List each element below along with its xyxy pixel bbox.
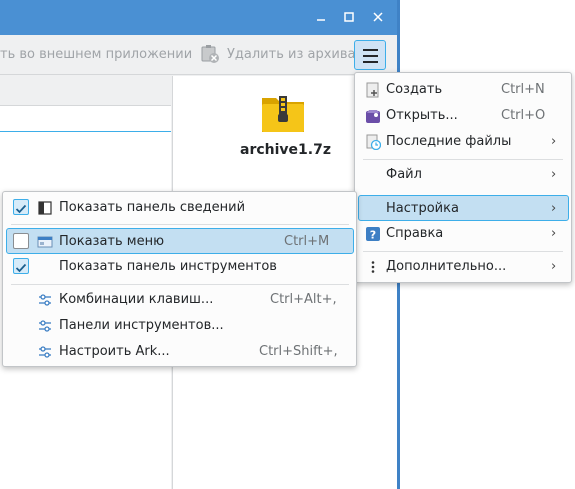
minimize-icon[interactable] xyxy=(312,8,330,26)
main-toolbar: ть во внешнем приложении Удалить из архи… xyxy=(0,35,397,75)
archive-icon xyxy=(259,88,307,136)
delete-archive-icon xyxy=(200,44,220,64)
sidebar-icon xyxy=(37,200,53,216)
menu-separator xyxy=(363,159,563,160)
menu-separator xyxy=(11,284,349,285)
menu-item-file[interactable]: Файл › xyxy=(358,162,568,188)
hamburger-icon-line xyxy=(363,55,378,57)
delete-from-archive-button[interactable]: Удалить из архива xyxy=(227,47,355,62)
open-archive-icon xyxy=(365,108,381,124)
menu-item-recent-files[interactable]: Последние файлы › xyxy=(358,129,568,155)
menu-item-keyboard-shortcuts[interactable]: Комбинации клавиш... Ctrl+Alt+, xyxy=(6,287,354,313)
svg-text:?: ? xyxy=(370,229,376,242)
configure-icon xyxy=(37,292,53,308)
chevron-right-icon: › xyxy=(551,259,557,274)
menu-item-label: Показать меню xyxy=(59,234,165,249)
chevron-right-icon: › xyxy=(551,134,557,149)
recent-files-icon xyxy=(365,134,382,151)
menu-item-label: Последние файлы xyxy=(386,134,512,149)
checkbox-show-info-panel[interactable] xyxy=(13,199,29,215)
menu-item-shortcut: Ctrl+M xyxy=(284,234,330,249)
chevron-right-icon: › xyxy=(551,167,557,182)
menu-item-label: Показать панель инструментов xyxy=(59,259,277,274)
more-icon xyxy=(365,259,381,275)
menu-item-label: Комбинации клавиш... xyxy=(59,292,214,307)
menu-item-label: Файл xyxy=(386,167,422,182)
checkbox-show-menubar[interactable] xyxy=(13,233,29,249)
menu-separator xyxy=(11,224,349,225)
new-document-icon xyxy=(365,82,381,98)
list-header xyxy=(0,76,171,106)
hamburger-menu-button[interactable] xyxy=(354,40,386,70)
menu-item-label: Панели инструментов... xyxy=(59,318,224,333)
menu-item-show-toolbar[interactable]: Показать панель инструментов xyxy=(6,254,354,280)
menu-item-label: Справка xyxy=(386,226,444,241)
checkbox-show-toolbar[interactable] xyxy=(13,258,29,274)
menu-item-new[interactable]: Создать Ctrl+N xyxy=(358,77,568,103)
menu-item-more[interactable]: Дополнительно... › xyxy=(358,254,568,280)
menu-item-shortcut: Ctrl+N xyxy=(501,82,545,97)
hamburger-icon-line xyxy=(363,61,378,63)
menu-item-configure-ark[interactable]: Настроить Ark... Ctrl+Shift+, xyxy=(6,339,354,365)
menu-item-settings[interactable]: Настройка › xyxy=(358,195,569,221)
open-external-button[interactable]: ть во внешнем приложении xyxy=(0,47,192,62)
menu-item-label: Показать панель сведений xyxy=(59,200,246,215)
maximize-icon[interactable] xyxy=(340,8,358,26)
menu-separator xyxy=(363,251,563,252)
menu-item-label: Создать xyxy=(386,82,443,97)
chevron-right-icon: › xyxy=(551,201,557,216)
menu-item-label: Настроить Ark... xyxy=(59,344,170,359)
settings-submenu: Показать панель сведений Показать меню C… xyxy=(2,191,357,367)
menu-item-help[interactable]: ? Справка › xyxy=(358,221,568,247)
menu-item-label: Дополнительно... xyxy=(386,259,507,274)
title-bar xyxy=(0,0,397,35)
close-icon[interactable] xyxy=(369,8,387,26)
menu-item-configure-toolbars[interactable]: Панели инструментов... xyxy=(6,313,354,339)
main-menu: Создать Ctrl+N Открыть... Ctrl+O Последн… xyxy=(354,72,572,283)
help-icon: ? xyxy=(365,226,381,242)
menubar-icon xyxy=(37,234,53,250)
hamburger-icon xyxy=(363,49,378,51)
table-row[interactable] xyxy=(0,107,171,132)
configure-icon xyxy=(37,318,53,334)
menu-item-show-info-panel[interactable]: Показать панель сведений xyxy=(6,195,354,221)
menu-item-shortcut: Ctrl+O xyxy=(501,108,546,123)
menu-item-shortcut: Ctrl+Shift+, xyxy=(259,344,338,359)
menu-item-show-menubar[interactable]: Показать меню Ctrl+M xyxy=(6,228,354,254)
menu-item-label: Открыть... xyxy=(386,108,458,123)
menu-item-label: Настройка xyxy=(386,201,459,216)
chevron-right-icon: › xyxy=(551,226,557,241)
menu-item-open[interactable]: Открыть... Ctrl+O xyxy=(358,103,568,129)
configure-icon xyxy=(37,344,53,360)
menu-item-shortcut: Ctrl+Alt+, xyxy=(270,292,337,307)
